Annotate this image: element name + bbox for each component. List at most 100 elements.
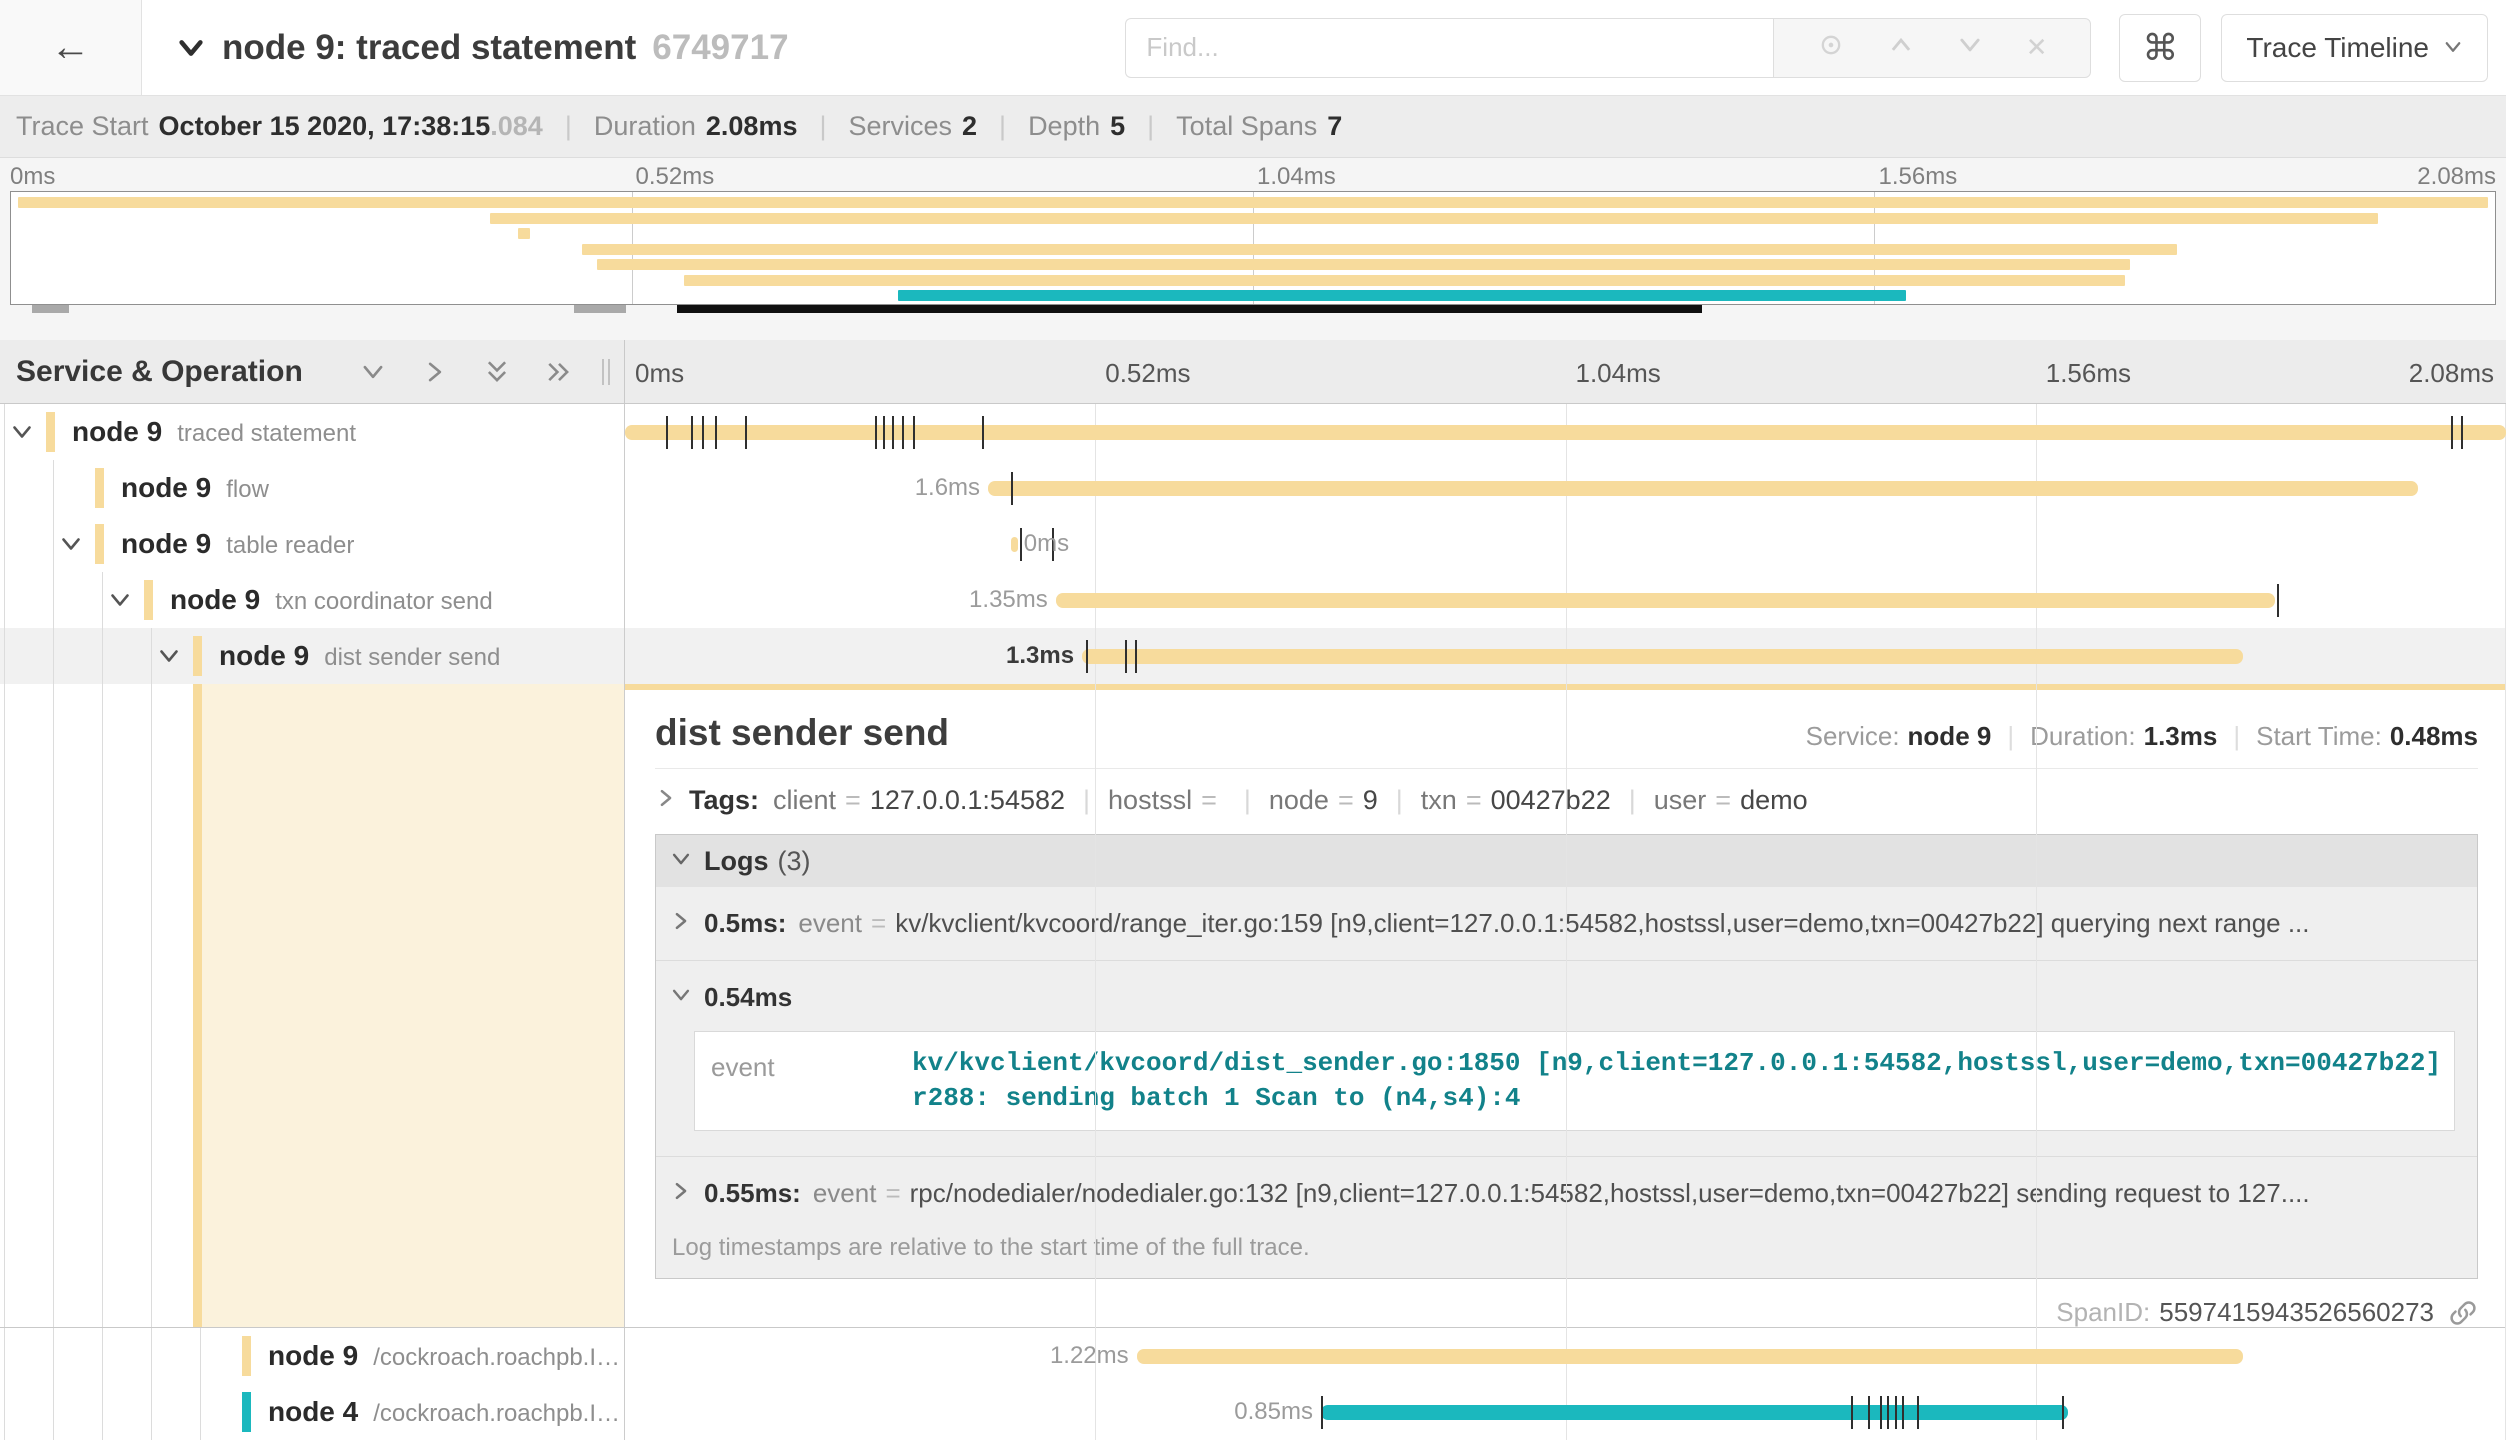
minimap-drag-handle[interactable] <box>574 305 626 313</box>
tick-label: 1.56ms <box>2046 358 2131 389</box>
timeline-minimap: 0ms0.52ms1.04ms1.56ms2.08ms <box>0 158 2506 340</box>
span-bar[interactable] <box>988 481 2418 496</box>
log-entry[interactable]: 0.5ms:event=kv/kvclient/kvcoord/range_it… <box>656 887 2477 960</box>
chevron-down-icon[interactable] <box>10 420 34 444</box>
span-bar[interactable] <box>1082 649 2243 664</box>
expand-one-button[interactable] <box>422 359 448 385</box>
clear-search-icon[interactable]: ✕ <box>2026 32 2048 63</box>
divider: | <box>999 111 1006 142</box>
span-rows-bottom: node 9/cockroach.roachpb.I…1.22msnode 4/… <box>0 1328 2506 1440</box>
span-bar[interactable] <box>1056 593 2275 608</box>
trace-view-label: Trace Timeline <box>2246 32 2429 64</box>
operation-name: dist sender send <box>324 644 500 671</box>
stat-label: Duration: <box>2030 721 2136 751</box>
find-controls: ✕ <box>1773 18 2091 78</box>
operation-name: table reader <box>226 532 354 559</box>
indent-guide <box>151 1384 152 1440</box>
service-color-bar <box>46 412 55 452</box>
chevron-down-icon[interactable] <box>59 532 83 556</box>
span-row-name-cell[interactable]: node 4/cockroach.roachpb.I… <box>0 1384 625 1440</box>
service-color-bar <box>193 636 202 676</box>
service-name: node 9dist sender send <box>219 640 500 672</box>
span-bar[interactable] <box>1137 1349 2243 1364</box>
span-row-timeline-cell[interactable]: 1.3ms <box>625 628 2506 684</box>
span-detail-title: dist sender send <box>655 712 1806 754</box>
chevron-down-icon <box>670 846 692 877</box>
chevron-down-icon <box>670 984 692 1006</box>
indent-guide <box>151 628 152 684</box>
trace-view-selector[interactable]: Trace Timeline <box>2221 14 2488 82</box>
span-row-timeline-cell[interactable]: 1.35ms <box>625 572 2506 628</box>
prev-match-icon[interactable] <box>1888 32 1914 63</box>
gantt-body: node 9traced statementnode 9flow1.6msnod… <box>0 404 2506 1440</box>
keyboard-shortcuts-button[interactable]: ⌘ <box>2119 14 2201 82</box>
span-row-timeline-cell[interactable]: 1.6ms <box>625 460 2506 516</box>
collapse-all-button[interactable] <box>484 359 510 385</box>
collapse-one-button[interactable] <box>360 359 386 385</box>
log-entry[interactable]: 0.54mseventkv/kvclient/kvcoord/dist_send… <box>656 960 2477 1156</box>
log-marker-tick <box>1895 1396 1897 1429</box>
tick-label: 1.56ms <box>1879 163 1958 191</box>
indent-guide <box>4 1328 5 1384</box>
span-row: node 4/cockroach.roachpb.I…0.85ms <box>0 1384 2506 1440</box>
next-match-icon[interactable] <box>1957 32 1983 63</box>
span-row-name-cell[interactable]: node 9flow <box>0 460 625 516</box>
focus-match-icon[interactable] <box>1817 31 1845 64</box>
service-operation-header: Service & Operation <box>0 340 625 403</box>
chevron-down-icon[interactable] <box>108 588 132 612</box>
tags-accordion[interactable]: Tags: client=127.0.0.1:54582|hostssl=|no… <box>655 785 2478 816</box>
chevron-right-icon <box>670 1180 692 1202</box>
expand-all-button[interactable] <box>546 359 572 385</box>
indent-guide <box>200 1384 201 1440</box>
stat-label: Start Time: <box>2256 721 2382 751</box>
trace-title-group[interactable]: node 9: traced statement 6749717 <box>176 28 789 68</box>
span-row-timeline-cell[interactable]: 1.22ms <box>625 1328 2506 1384</box>
link-icon[interactable] <box>2448 1298 2478 1328</box>
span-row-name-cell[interactable]: node 9traced statement <box>0 404 625 460</box>
chevron-down-icon <box>10 420 34 444</box>
span-row-timeline-cell[interactable] <box>625 404 2506 460</box>
minimap-canvas[interactable] <box>10 191 2496 305</box>
logs-header[interactable]: Logs (3) <box>656 835 2477 887</box>
find-input[interactable] <box>1125 18 1773 78</box>
tick-label: 0ms <box>10 163 55 191</box>
indent-guide <box>200 1328 201 1384</box>
span-bar[interactable] <box>625 425 2506 440</box>
log-value: rpc/nodedialer/nodedialer.go:132 [n9,cli… <box>910 1178 2461 1209</box>
chevron-down-icon <box>59 532 83 556</box>
minimap-drag-handle[interactable] <box>32 305 69 313</box>
service-name: node 9traced statement <box>72 416 356 448</box>
span-row: node 9flow 1.6ms <box>0 460 2506 516</box>
span-row-timeline-cell[interactable]: 0ms <box>625 516 2506 572</box>
log-marker-tick <box>892 416 894 449</box>
log-entry[interactable]: 0.55ms:event=rpc/nodedialer/nodedialer.g… <box>656 1156 2477 1230</box>
span-bar[interactable] <box>1321 1405 2068 1420</box>
span-bar[interactable] <box>1011 537 1019 552</box>
span-row-name-cell[interactable]: node 9dist sender send <box>0 628 625 684</box>
span-row-timeline-cell[interactable]: 0.85ms <box>625 1384 2506 1440</box>
minimap-span-bar <box>518 228 530 239</box>
span-row-name-cell[interactable]: node 9txn coordinator send <box>0 572 625 628</box>
tag-item: hostssl= <box>1108 785 1226 816</box>
service-name: node 4/cockroach.roachpb.I… <box>268 1396 620 1428</box>
log-marker-tick <box>883 416 885 449</box>
chevron-down-icon[interactable] <box>157 644 181 668</box>
column-resize-handle[interactable] <box>602 359 618 385</box>
indent-guide <box>102 684 103 1327</box>
tick-label: 0.52ms <box>636 163 715 191</box>
tick-label: 1.04ms <box>1576 358 1661 389</box>
back-button[interactable]: ← <box>0 0 142 95</box>
indent-guide <box>53 460 54 516</box>
minimap-scrollbar[interactable] <box>677 305 1702 313</box>
indent-guide <box>53 516 54 572</box>
chevron-down-icon[interactable] <box>176 33 206 63</box>
double-chevron-down-icon <box>484 359 510 385</box>
divider: | <box>1083 785 1090 816</box>
double-chevron-right-icon <box>546 359 572 385</box>
service-name: node 9flow <box>121 472 269 504</box>
timeline-ruler: 0ms0.52ms1.04ms1.56ms2.08ms <box>625 340 2506 403</box>
duration-label: 0ms <box>1024 530 1069 558</box>
span-row-name-cell[interactable]: node 9/cockroach.roachpb.I… <box>0 1328 625 1384</box>
span-row-name-cell[interactable]: node 9table reader <box>0 516 625 572</box>
minimap-span-bar <box>898 290 1907 301</box>
